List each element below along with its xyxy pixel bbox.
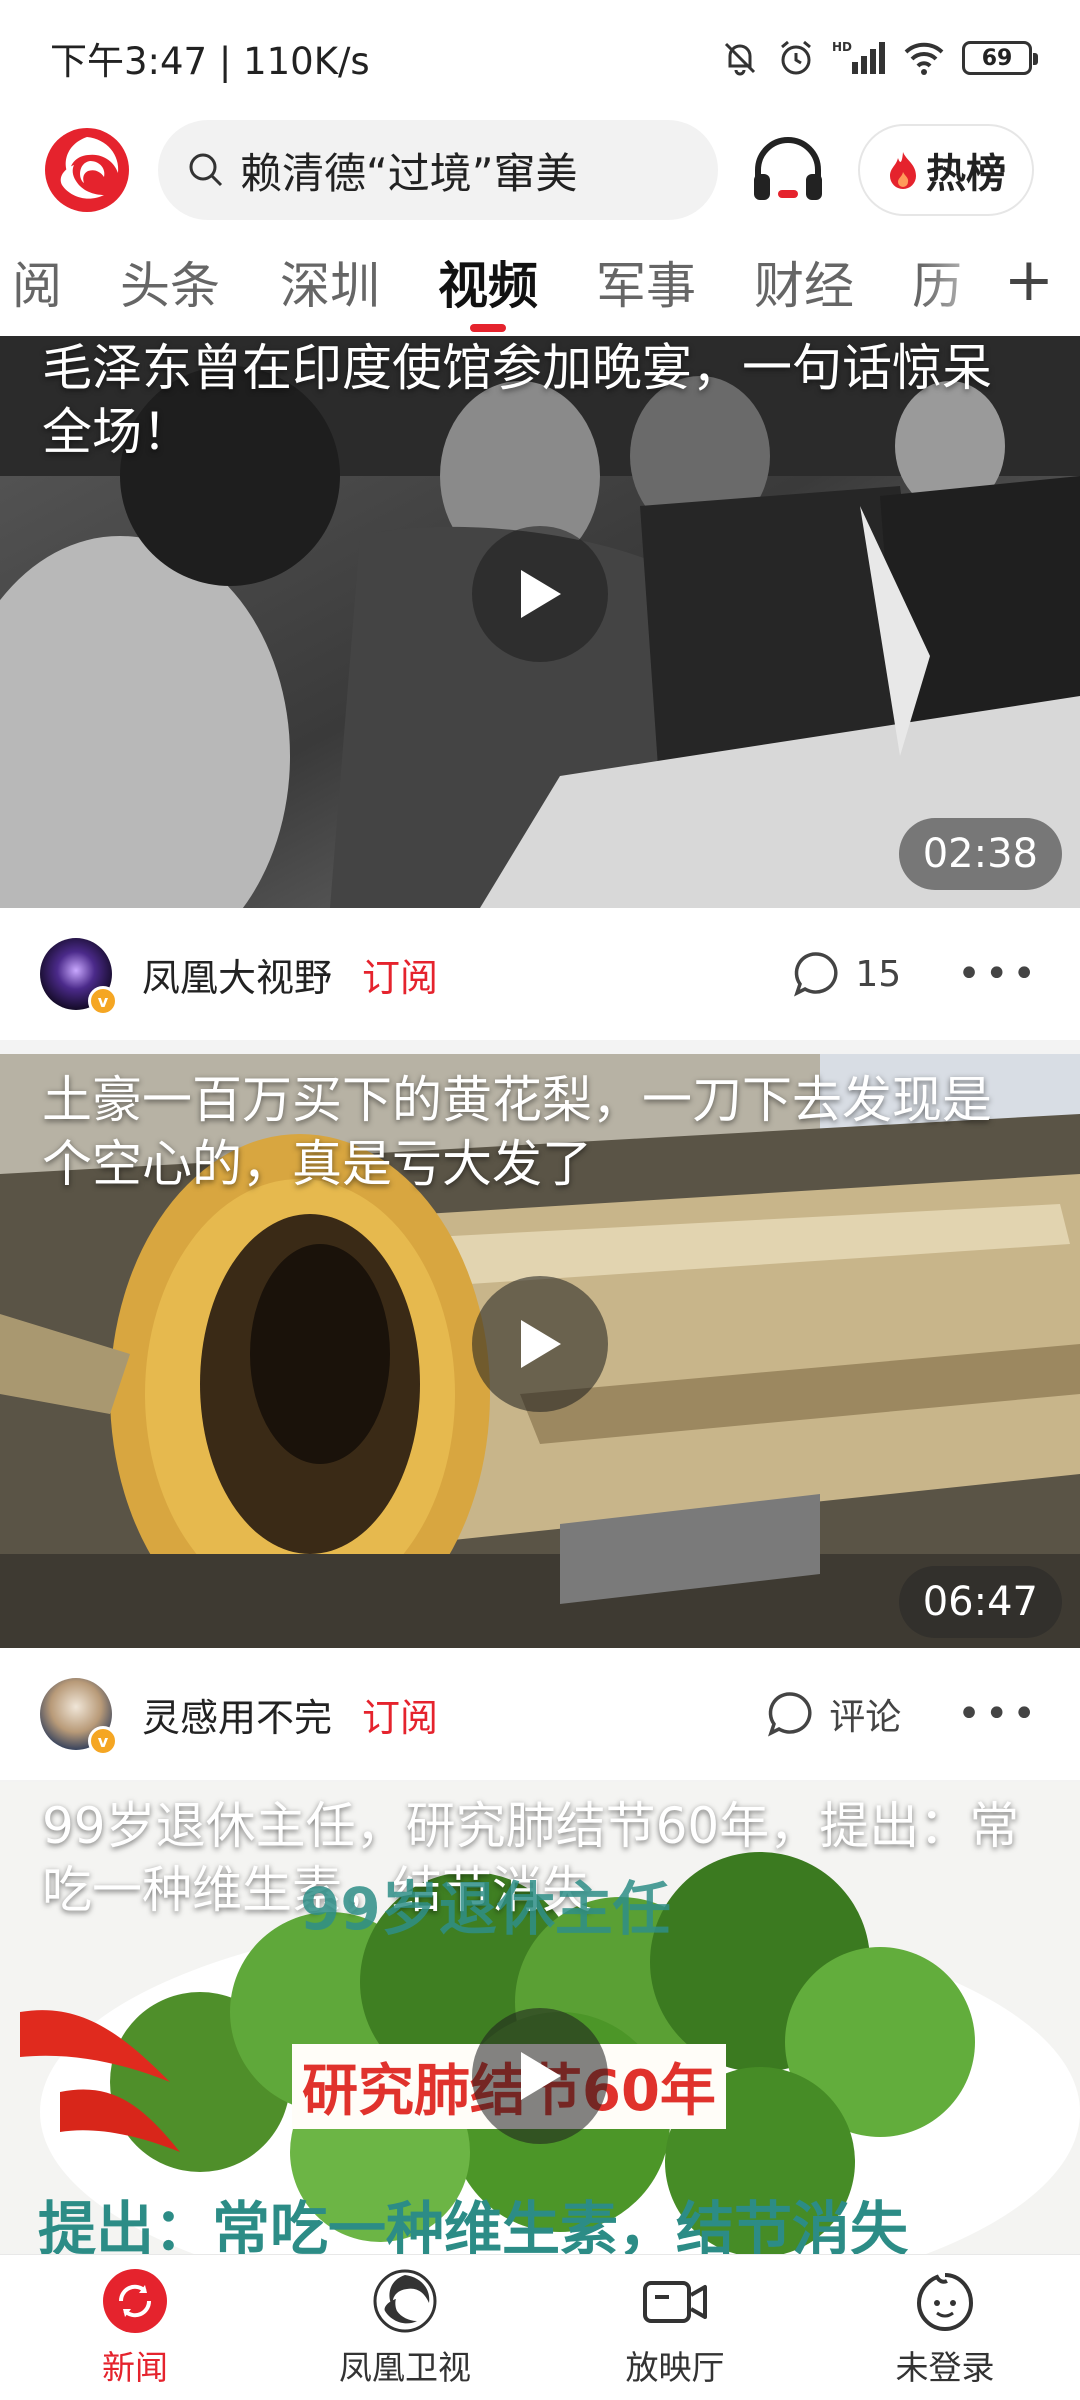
more-options-icon[interactable]: ••• xyxy=(957,1691,1040,1737)
nav-news[interactable]: 新闻 xyxy=(0,2255,270,2400)
play-button[interactable] xyxy=(472,526,608,662)
add-channel-button[interactable]: + xyxy=(1004,250,1054,310)
headphone-icon[interactable] xyxy=(746,128,830,212)
verified-badge-icon: v xyxy=(88,986,118,1016)
wifi-icon xyxy=(904,42,944,75)
tab-headlines[interactable]: 头条 xyxy=(120,246,220,318)
mute-bell-icon xyxy=(724,42,756,76)
battery-level: 69 xyxy=(981,45,1013,71)
top-header: 赖清德“过境”窜美 热榜 xyxy=(0,116,1080,224)
video-card-1[interactable]: 毛泽东曾在印度使馆参加晚宴，一句话惊呆全场！ 02:38 xyxy=(0,336,1080,908)
nav-label: 未登录 xyxy=(895,2347,995,2387)
nav-screening-hall[interactable]: 放映厅 xyxy=(540,2255,810,2400)
video-card-2[interactable]: 土豪一百万买下的黄花梨，一刀下去发现是个空心的，真是亏大发了 06:47 xyxy=(0,1054,1080,1648)
user-face-icon xyxy=(916,2272,974,2331)
tab-read[interactable]: 阅 xyxy=(12,246,62,318)
video-meta-row-1: v 凤凰大视野 订阅 15 ••• xyxy=(0,908,1080,1040)
video-card-3[interactable]: 99岁退休主任，研究肺结节60年，提出：常吃一种维生素，结节消失 99岁退休主任… xyxy=(0,1782,1080,2254)
subscribe-button[interactable]: 订阅 xyxy=(362,947,438,1002)
author-name[interactable]: 灵感用不完 xyxy=(142,1687,332,1742)
network-badge: HD xyxy=(832,40,852,54)
flame-icon xyxy=(890,152,916,189)
play-icon xyxy=(521,570,561,618)
play-button[interactable] xyxy=(472,2008,608,2144)
nav-label: 凤凰卫视 xyxy=(339,2347,471,2387)
nav-label: 新闻 xyxy=(102,2347,168,2387)
divider xyxy=(0,1040,1080,1054)
video-camera-icon xyxy=(643,2280,707,2323)
channel-tabs: 阅 头条 深圳 视频 军事 财经 历 + xyxy=(0,228,1080,336)
alarm-clock-icon xyxy=(781,40,811,75)
subscribe-button[interactable]: 订阅 xyxy=(362,1687,438,1742)
more-options-icon[interactable]: ••• xyxy=(957,951,1040,997)
search-hint-text: 赖清德“过境”窜美 xyxy=(240,148,578,198)
video-duration: 06:47 xyxy=(898,1566,1062,1638)
play-button[interactable] xyxy=(472,1276,608,1412)
tab-military[interactable]: 军事 xyxy=(596,246,696,318)
avatar[interactable]: v xyxy=(40,938,118,1016)
comment-count[interactable]: 15 xyxy=(855,954,901,995)
tab-video[interactable]: 视频 xyxy=(438,246,538,318)
tab-shenzhen[interactable]: 深圳 xyxy=(280,246,380,318)
nav-phoenix-tv[interactable]: 凤凰卫视 xyxy=(270,2255,540,2400)
hot-list-label: 热榜 xyxy=(926,151,1006,197)
nav-label: 放映厅 xyxy=(625,2347,725,2387)
bottom-nav: 新闻 凤凰卫视 放映厅 未登录 xyxy=(0,2254,1080,2400)
tab-fade xyxy=(920,228,1010,336)
video-duration: 02:38 xyxy=(898,818,1062,890)
phoenix-tv-icon xyxy=(373,2269,437,2332)
play-icon xyxy=(521,2052,561,2100)
app-screen: 下午3:47 | 110K/s HD 69 赖清德“过境”窜美 热榜 阅 头条 … xyxy=(0,0,1080,2400)
status-time-speed: 下午3:47 | 110K/s xyxy=(50,40,370,83)
comment-icon[interactable] xyxy=(791,949,841,999)
thumbnail-caption-bottom: 提出：常吃一种维生素，结节消失 xyxy=(38,2195,909,2254)
signal-icon: HD xyxy=(832,40,885,74)
video-meta-row-2: v 灵感用不完 订阅 评论 ••• xyxy=(0,1648,1080,1780)
video-actions: 评论 ••• xyxy=(765,1688,1040,1740)
avatar[interactable]: v xyxy=(40,1678,118,1756)
tab-finance[interactable]: 财经 xyxy=(754,246,854,318)
verified-badge-icon: v xyxy=(88,1726,118,1756)
comment-label[interactable]: 评论 xyxy=(829,1688,901,1740)
video-actions: 15 ••• xyxy=(791,949,1040,999)
nav-login[interactable]: 未登录 xyxy=(810,2255,1080,2400)
status-bar: 下午3:47 | 110K/s HD 69 xyxy=(0,0,1080,116)
search-input[interactable]: 赖清德“过境”窜美 xyxy=(158,120,718,220)
phoenix-logo-icon[interactable] xyxy=(42,125,132,215)
video-title[interactable]: 毛泽东曾在印度使馆参加晚宴，一句话惊呆全场！ xyxy=(42,336,1020,464)
search-icon xyxy=(189,153,223,187)
author-name[interactable]: 凤凰大视野 xyxy=(142,947,332,1002)
video-title[interactable]: 土豪一百万买下的黄花梨，一刀下去发现是个空心的，真是亏大发了 xyxy=(42,1068,1020,1196)
thumbnail-caption-top: 99岁退休主任 xyxy=(300,1875,671,1943)
battery-icon: 69 xyxy=(962,41,1038,75)
comment-icon[interactable] xyxy=(765,1689,815,1739)
status-icons: HD 69 xyxy=(720,38,1038,78)
news-refresh-icon xyxy=(103,2268,167,2333)
play-icon xyxy=(521,1320,561,1368)
hot-list-button[interactable]: 热榜 xyxy=(858,124,1034,216)
